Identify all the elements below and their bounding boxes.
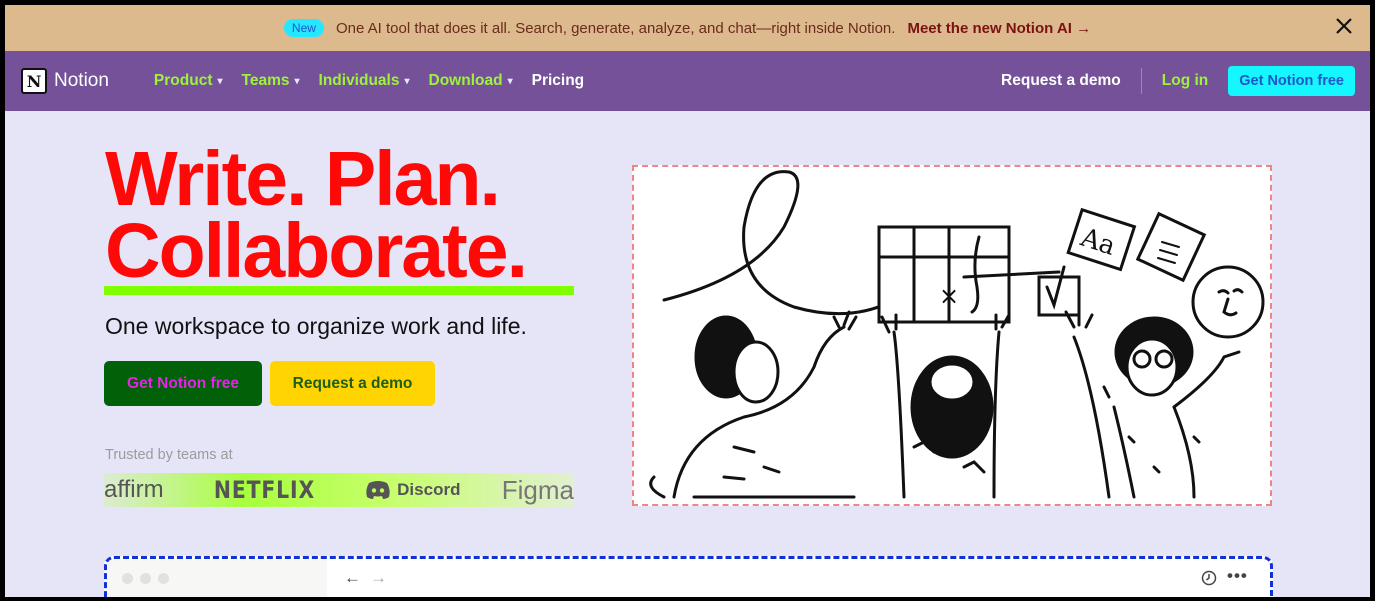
headline-line-2: Collaborate. <box>105 208 528 294</box>
figma-logo: Figma <box>501 474 574 505</box>
chevron-down-icon: ▾ <box>404 75 410 87</box>
nav-item-label: Product <box>153 72 213 89</box>
nav-divider <box>1140 68 1142 94</box>
chevron-down-icon: ▾ <box>294 75 300 87</box>
nav-item-label: Individuals <box>318 72 400 89</box>
nav-item-label: Download <box>428 72 503 89</box>
more-options-icon[interactable]: ••• <box>1227 566 1248 586</box>
hero-illustration: × Aa <box>632 165 1272 506</box>
close-icon[interactable] <box>1332 14 1356 38</box>
new-badge: New <box>283 19 324 37</box>
nav-menu: Product ▾ Teams ▾ Individuals ▾ Download… <box>154 72 603 90</box>
forward-arrow-icon[interactable]: → <box>370 568 387 588</box>
chevron-down-icon: ▾ <box>217 75 223 87</box>
app-preview: ← → ••• <box>104 556 1273 597</box>
page: New One AI tool that does it all. Search… <box>5 5 1370 597</box>
hero-subhead: One workspace to organize work and life. <box>105 313 527 339</box>
back-arrow-icon[interactable]: ← <box>344 568 361 588</box>
nav-item-pricing[interactable]: Pricing <box>532 72 585 90</box>
brand-name: Notion <box>54 70 109 91</box>
netflix-logo: NETFLIX <box>213 476 315 504</box>
banner-message: One AI tool that does it all. Search, ge… <box>335 19 896 37</box>
customer-logos: affirm NETFLIX Discord Figma <box>104 473 574 507</box>
nav-actions: Request a demo Log in Get Notion free <box>1001 51 1355 111</box>
notion-logo[interactable]: N Notion <box>21 68 109 94</box>
headline-line-1: Write. Plan. <box>105 136 501 222</box>
discord-wordmark: Discord <box>397 480 461 499</box>
headline-underline <box>104 286 574 295</box>
nav-item-label: Teams <box>241 72 290 89</box>
discord-icon <box>366 481 390 499</box>
nav-item-individuals[interactable]: Individuals ▾ <box>319 72 410 90</box>
clock-icon[interactable] <box>1201 570 1217 586</box>
notion-logo-icon: N <box>21 68 47 94</box>
announcement-banner: New One AI tool that does it all. Search… <box>5 5 1370 51</box>
nav-item-teams[interactable]: Teams ▾ <box>242 72 300 90</box>
get-notion-free-nav-button[interactable]: Get Notion free <box>1228 66 1355 96</box>
login-link[interactable]: Log in <box>1162 72 1209 90</box>
window-dot <box>140 573 151 584</box>
nav-item-download[interactable]: Download ▾ <box>429 72 513 90</box>
window-dot <box>122 573 133 584</box>
svg-text:×: × <box>939 282 959 310</box>
meet-notion-ai-link[interactable]: Meet the new Notion AI → <box>907 20 1091 37</box>
affirm-logo: affirm <box>104 476 164 503</box>
chevron-down-icon: ▾ <box>507 75 513 87</box>
get-notion-free-button[interactable]: Get Notion free <box>104 361 262 406</box>
main-nav: N Notion Product ▾ Teams ▾ Individuals ▾… <box>5 51 1370 111</box>
discord-logo: Discord <box>365 480 460 500</box>
preview-sidebar <box>107 559 327 597</box>
request-demo-link[interactable]: Request a demo <box>1001 72 1121 90</box>
nav-item-label: Pricing <box>531 72 585 89</box>
request-demo-button[interactable]: Request a demo <box>270 361 435 406</box>
window-controls <box>122 573 176 584</box>
trusted-label: Trusted by teams at <box>105 447 233 463</box>
nav-item-product[interactable]: Product ▾ <box>154 72 223 90</box>
collaboration-illustration: × Aa <box>649 170 1265 499</box>
window-dot <box>158 573 169 584</box>
hero-headline: Write. Plan. Collaborate. <box>105 136 528 294</box>
